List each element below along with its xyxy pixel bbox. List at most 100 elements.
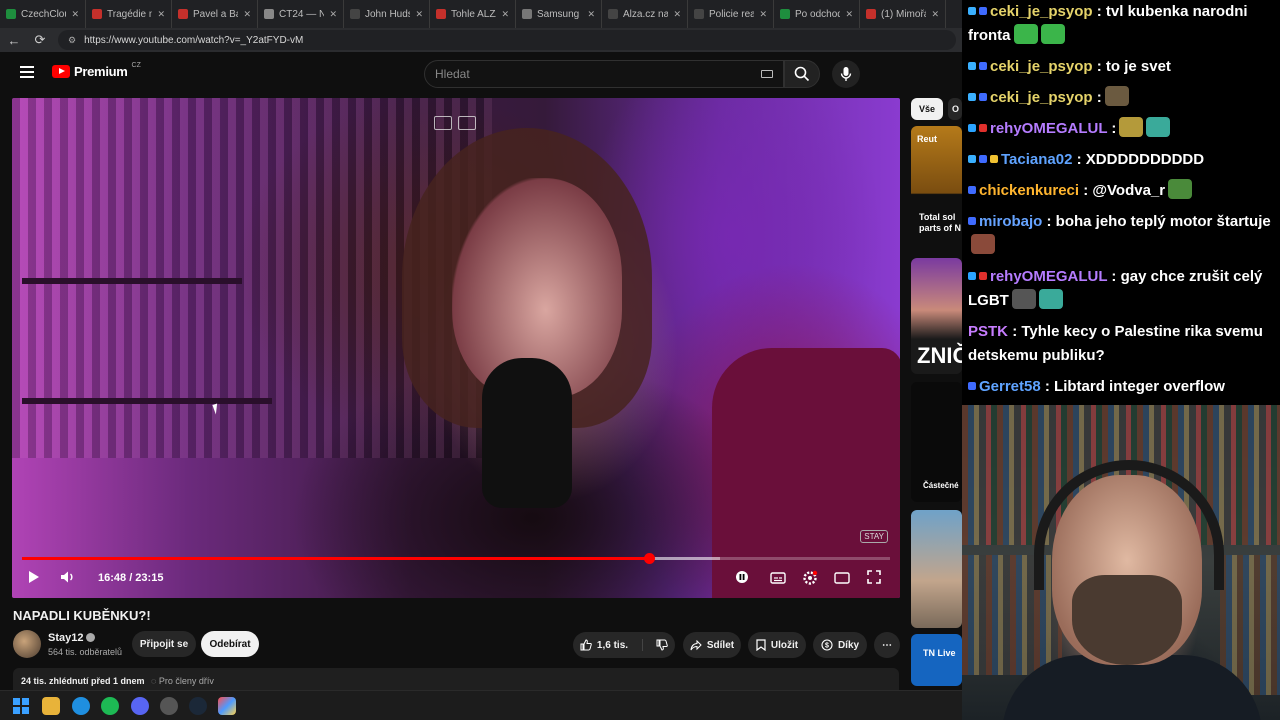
chat-message-text: : @Vodva_r bbox=[1083, 182, 1166, 199]
channel-watermark[interactable]: STAY bbox=[860, 530, 888, 543]
chat-username[interactable]: ceki_je_psyop bbox=[990, 58, 1093, 75]
app-icon[interactable] bbox=[218, 697, 236, 715]
screen: CzechCloud✕Tragédie na p✕Pavel a Babiš✕Č… bbox=[0, 0, 1280, 720]
more-actions-button[interactable]: ⋯ bbox=[874, 632, 900, 658]
channel-name-row[interactable]: Stay12 bbox=[48, 632, 96, 644]
chat-username[interactable]: ceki_je_psyop bbox=[990, 3, 1093, 20]
windows-start-icon[interactable] bbox=[12, 697, 30, 715]
save-button[interactable]: Uložit bbox=[748, 632, 806, 658]
recommended-video-3[interactable]: Částečné bbox=[911, 382, 962, 502]
edge-browser-icon[interactable] bbox=[72, 697, 90, 715]
channel-name[interactable]: Stay12 bbox=[48, 632, 83, 644]
subtitles-button[interactable] bbox=[768, 570, 788, 588]
app-icon[interactable] bbox=[160, 697, 178, 715]
hamburger-menu-icon[interactable] bbox=[20, 66, 34, 78]
search-input[interactable]: Hledat bbox=[424, 60, 784, 88]
thanks-button[interactable]: $ Díky bbox=[813, 632, 867, 658]
description-box[interactable]: 24 tis. zhlédnutí před 1 dnem ◌ Pro člen… bbox=[13, 668, 899, 692]
steam-icon[interactable] bbox=[189, 697, 207, 715]
browser-tab[interactable]: Policie reagu ✕ bbox=[688, 0, 774, 28]
logo-region-text: CZ bbox=[131, 62, 141, 69]
recommended-video-1[interactable]: Reut Total sol parts of N bbox=[911, 126, 962, 248]
play-button[interactable] bbox=[24, 570, 44, 588]
browser-tab[interactable]: Alza.cz na pl ✕ bbox=[602, 0, 688, 28]
browser-tab[interactable]: John Hudson ✕ bbox=[344, 0, 430, 28]
recommended-video-4[interactable] bbox=[911, 510, 962, 628]
recommended-video-5[interactable]: TN Live bbox=[911, 634, 962, 686]
subscribe-button[interactable]: Odebírat bbox=[201, 631, 259, 657]
site-info-icon[interactable]: ⚙ bbox=[68, 35, 76, 46]
browser-tab[interactable]: (1) Mimořádr ✕ bbox=[860, 0, 946, 28]
chat-username[interactable]: Taciana02 bbox=[1001, 151, 1072, 168]
chat-username[interactable]: Gerret58 bbox=[979, 378, 1041, 395]
tab-close-icon[interactable]: ✕ bbox=[71, 9, 79, 20]
like-button[interactable]: 1,6 tis. bbox=[580, 639, 644, 651]
browser-tab[interactable]: ČT24 — Nejs ✕ bbox=[258, 0, 344, 28]
chat-username[interactable]: ceki_je_psyop bbox=[990, 89, 1093, 106]
spotify-icon[interactable] bbox=[101, 697, 119, 715]
search-button[interactable] bbox=[784, 60, 820, 88]
theater-mode-icon bbox=[834, 572, 850, 584]
browser-tab[interactable]: Pavel a Babiš ✕ bbox=[172, 0, 258, 28]
chat-message: mirobajo : boha jeho teplý motor štartuj… bbox=[962, 210, 1280, 258]
progress-played bbox=[22, 557, 650, 560]
cast-icon[interactable] bbox=[458, 116, 476, 130]
recommended-video-2[interactable]: ZNIČ bbox=[911, 258, 962, 374]
discord-icon[interactable] bbox=[131, 697, 149, 715]
tab-close-icon[interactable]: ✕ bbox=[845, 9, 853, 20]
tab-label: Samsung Gal bbox=[537, 8, 582, 20]
fullscreen-button[interactable] bbox=[864, 570, 884, 588]
chip-other[interactable]: O bbox=[948, 98, 962, 120]
autoplay-toggle[interactable] bbox=[732, 570, 752, 588]
chat-message-text: : bbox=[1111, 120, 1117, 137]
tab-close-icon[interactable]: ✕ bbox=[329, 9, 337, 20]
reload-icon[interactable]: ⟳ bbox=[32, 32, 48, 48]
progress-scrubber-handle[interactable] bbox=[644, 553, 656, 564]
dislike-button[interactable] bbox=[648, 639, 668, 651]
tab-favicon-icon bbox=[522, 9, 532, 19]
tab-label: Pavel a Babiš bbox=[193, 8, 238, 20]
tab-close-icon[interactable]: ✕ bbox=[587, 9, 595, 20]
browser-tab[interactable]: Samsung Gal ✕ bbox=[516, 0, 602, 28]
browser-tab[interactable]: Po odchodu ✕ bbox=[774, 0, 860, 28]
tab-close-icon[interactable]: ✕ bbox=[759, 9, 767, 20]
file-explorer-icon[interactable] bbox=[42, 697, 60, 715]
tab-close-icon[interactable]: ✕ bbox=[673, 9, 681, 20]
keyboard-icon[interactable] bbox=[761, 70, 773, 78]
settings-button[interactable] bbox=[800, 570, 820, 588]
tab-close-icon[interactable]: ✕ bbox=[501, 9, 509, 20]
tab-close-icon[interactable]: ✕ bbox=[243, 9, 251, 20]
theater-mode-button[interactable] bbox=[832, 570, 852, 588]
tab-favicon-icon bbox=[6, 9, 16, 19]
chat-username[interactable]: rehyOMEGALUL bbox=[990, 268, 1107, 285]
video-player[interactable]: STAY 16:48 / 23:15 bbox=[12, 98, 900, 598]
url-field[interactable]: ⚙ https://www.youtube.com/watch?v=_Y2atF… bbox=[58, 30, 956, 50]
join-button[interactable]: Připojit se bbox=[132, 631, 196, 657]
chat-username[interactable]: rehyOMEGALUL bbox=[990, 120, 1107, 137]
progress-bar[interactable] bbox=[22, 553, 890, 564]
tab-close-icon[interactable]: ✕ bbox=[931, 9, 939, 20]
browser-tab[interactable]: Tohle ALZA ✕ bbox=[430, 0, 516, 28]
browser-tab[interactable]: Tragédie na p ✕ bbox=[86, 0, 172, 28]
channel-avatar[interactable] bbox=[13, 630, 41, 658]
chip-all[interactable]: Vše bbox=[911, 98, 944, 120]
youtube-logo[interactable]: Premium CZ bbox=[52, 62, 141, 79]
tab-favicon-icon bbox=[92, 9, 102, 19]
browser-tab[interactable]: CzechCloud ✕ bbox=[0, 0, 86, 28]
chat-username[interactable]: chickenkureci bbox=[979, 182, 1079, 199]
tab-close-icon[interactable]: ✕ bbox=[157, 9, 165, 20]
chat-message: ceki_je_psyop : tvl kubenka narodni fron… bbox=[962, 0, 1280, 48]
chat-message: rehyOMEGALUL : bbox=[962, 117, 1280, 141]
voice-search-button[interactable] bbox=[832, 60, 860, 88]
share-button[interactable]: Sdílet bbox=[683, 632, 741, 658]
back-arrow-icon[interactable]: ← bbox=[6, 33, 22, 48]
miniplayer-icon[interactable] bbox=[434, 116, 452, 130]
reco-1-badge: Reut bbox=[917, 134, 937, 144]
share-icon bbox=[690, 639, 702, 650]
chat-username[interactable]: PSTK bbox=[968, 323, 1008, 340]
chat-emote-icon bbox=[1104, 86, 1129, 106]
tab-close-icon[interactable]: ✕ bbox=[415, 9, 423, 20]
volume-button[interactable] bbox=[58, 570, 78, 588]
video-title: NAPADLI KUBĚNKU?! bbox=[13, 608, 151, 623]
chat-username[interactable]: mirobajo bbox=[979, 213, 1042, 230]
